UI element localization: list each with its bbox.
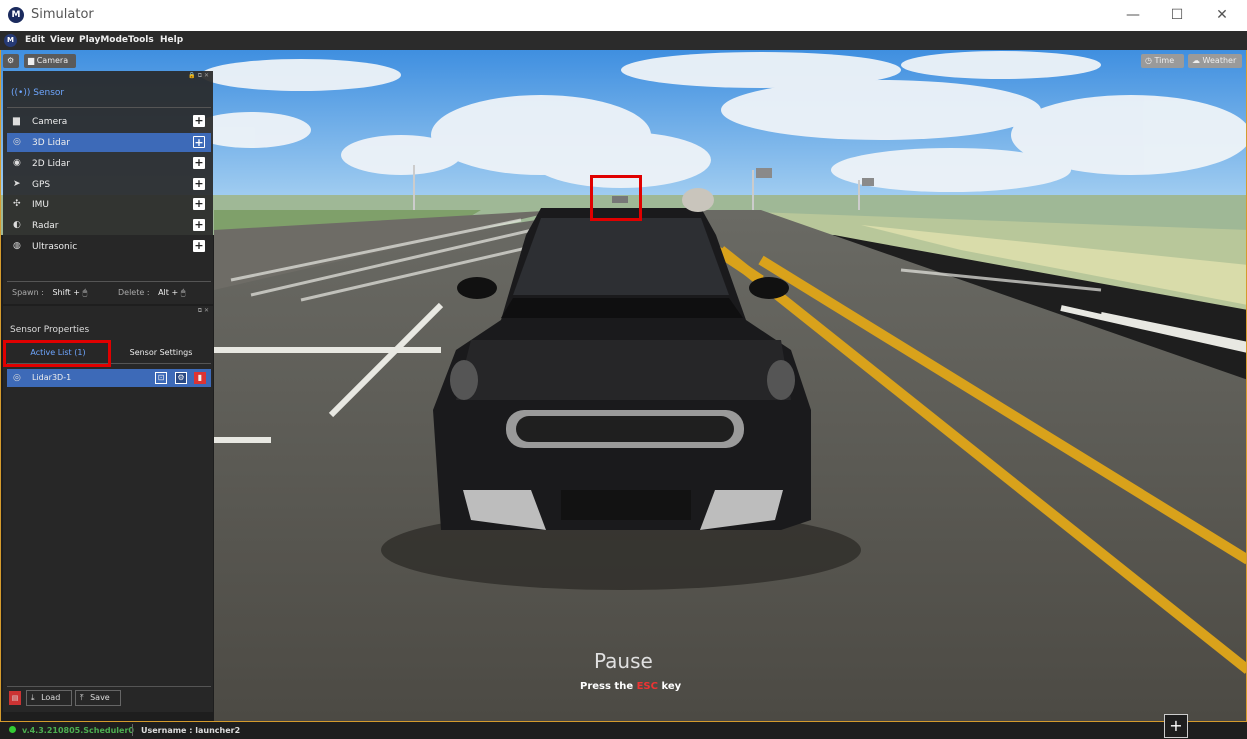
- sensor-item-label: 3D Lidar: [32, 138, 70, 148]
- press-esc-hint: Press the ESC key: [580, 681, 682, 692]
- add-imu-button[interactable]: +: [193, 198, 205, 210]
- add-radar-button[interactable]: +: [193, 219, 205, 231]
- expand-plus-button[interactable]: +: [1164, 714, 1188, 738]
- sensor-item-imu[interactable]: ✣ IMU +: [7, 195, 211, 214]
- window-title: Simulator: [31, 7, 94, 22]
- annotation-active-list-highlight: [3, 340, 111, 367]
- divider: [7, 281, 211, 282]
- sensor-item-label: 2D Lidar: [32, 159, 70, 169]
- trash-icon[interactable]: ▮: [194, 372, 206, 384]
- sensor-item-radar[interactable]: ◐ Radar +: [7, 216, 211, 235]
- sensor-radio-icon: ((•)): [11, 88, 31, 98]
- window-titlebar: M Simulator — ☐ ✕: [0, 0, 1247, 31]
- active-list-item[interactable]: ◎ Lidar3D-1 ⊡ ⚙ ▮: [7, 369, 211, 387]
- gear-icon: ⚙: [7, 56, 15, 65]
- spawn-hotkey: Spawn : Shift + 🖱: [12, 288, 88, 297]
- minimize-button[interactable]: —: [1122, 5, 1144, 25]
- add-ultrasonic-button[interactable]: +: [193, 240, 205, 252]
- divider: [7, 686, 211, 687]
- sensor-item-label: Camera: [32, 117, 68, 127]
- status-dot-icon: [9, 726, 16, 733]
- gear-icon[interactable]: ⚙: [175, 372, 187, 384]
- camera-icon: ▆: [13, 116, 20, 126]
- add-3d-lidar-button[interactable]: +: [193, 136, 205, 148]
- properties-title: Sensor Properties: [10, 325, 90, 335]
- menu-help[interactable]: Help: [160, 35, 183, 45]
- menu-bar: M Edit View PlayMode Tools Help: [0, 31, 1247, 50]
- divider: [7, 107, 211, 108]
- load-button[interactable]: ⤓ Load: [26, 690, 72, 706]
- esc-key-label: ESC: [636, 681, 658, 692]
- focus-icon[interactable]: ⊡: [155, 372, 167, 384]
- sensor-item-label: IMU: [32, 200, 50, 210]
- camera-view-label: Camera: [36, 56, 69, 65]
- username-text: Username : launcher2: [141, 726, 241, 735]
- sensor-item-label: Radar: [32, 221, 59, 231]
- mouse-icon: 🖱: [180, 288, 186, 297]
- weather-button[interactable]: ☁ Weather: [1188, 54, 1242, 68]
- annotation-lidar-highlight: [590, 175, 642, 221]
- menu-logo-icon[interactable]: M: [4, 34, 17, 47]
- maximize-button[interactable]: ☐: [1166, 5, 1188, 25]
- clear-icon[interactable]: ▤: [9, 691, 21, 705]
- lidar3d-icon: ◎: [13, 137, 21, 147]
- mouse-icon: 🖱: [82, 288, 88, 297]
- pause-text: Pause: [594, 649, 653, 673]
- sensor-item-camera[interactable]: ▆ Camera +: [7, 112, 211, 131]
- delete-hotkey: Delete : Alt + 🖱: [118, 288, 186, 297]
- camera-icon: ▆: [28, 56, 35, 65]
- load-icon: ⤓: [31, 693, 35, 702]
- sensor-item-3d-lidar[interactable]: ◎ 3D Lidar +: [7, 133, 211, 152]
- sensor-panel: 🔒 ⧉ ✕ ((•)) Sensor ▆ Camera + ◎ 3D Lidar…: [3, 71, 213, 304]
- tab-sensor-settings[interactable]: Sensor Settings: [111, 344, 211, 362]
- menu-playmode[interactable]: PlayMode: [79, 35, 128, 45]
- close-button[interactable]: ✕: [1211, 5, 1233, 25]
- settings-gear-button[interactable]: ⚙: [3, 54, 19, 68]
- lidar3d-icon: ◎: [13, 373, 21, 383]
- radar-icon: ◐: [13, 220, 21, 230]
- save-icon: ⤒: [80, 693, 84, 702]
- time-button[interactable]: ◷ Time: [1141, 54, 1184, 68]
- sensor-item-2d-lidar[interactable]: ◉ 2D Lidar +: [7, 154, 211, 173]
- ultrasonic-icon: ◍: [13, 241, 21, 251]
- status-bar: v.4.3.210805.Scheduler0 Username : launc…: [0, 714, 1247, 739]
- sensor-item-label: Ultrasonic: [32, 242, 78, 252]
- gps-icon: ➤: [13, 179, 21, 189]
- camera-view-button[interactable]: ▆ Camera: [24, 54, 76, 68]
- weather-label: Weather: [1202, 56, 1237, 65]
- menu-edit[interactable]: Edit: [25, 35, 45, 45]
- sensor-item-gps[interactable]: ➤ GPS +: [7, 175, 211, 194]
- save-button[interactable]: ⤒ Save: [75, 690, 121, 706]
- cloud-icon: ☁: [1192, 56, 1200, 65]
- menu-view[interactable]: View: [50, 35, 74, 45]
- add-gps-button[interactable]: +: [193, 178, 205, 190]
- divider: [132, 724, 133, 736]
- add-camera-button[interactable]: +: [193, 115, 205, 127]
- lidar2d-icon: ◉: [13, 158, 21, 168]
- active-item-label: Lidar3D-1: [32, 373, 72, 382]
- clock-icon: ◷: [1145, 56, 1152, 65]
- sensor-item-ultrasonic[interactable]: ◍ Ultrasonic +: [7, 237, 211, 256]
- sensor-item-label: GPS: [32, 180, 51, 190]
- panel-header-controls[interactable]: ⧉ ✕: [3, 306, 213, 315]
- app-logo-icon: M: [8, 7, 24, 23]
- version-text: v.4.3.210805.Scheduler0: [22, 726, 134, 735]
- add-2d-lidar-button[interactable]: +: [193, 157, 205, 169]
- sensor-panel-title: ((•)) Sensor: [11, 88, 65, 98]
- panel-header-controls[interactable]: 🔒 ⧉ ✕: [3, 71, 213, 80]
- imu-icon: ✣: [13, 199, 21, 209]
- time-label: Time: [1154, 56, 1175, 65]
- menu-tools[interactable]: Tools: [128, 35, 154, 45]
